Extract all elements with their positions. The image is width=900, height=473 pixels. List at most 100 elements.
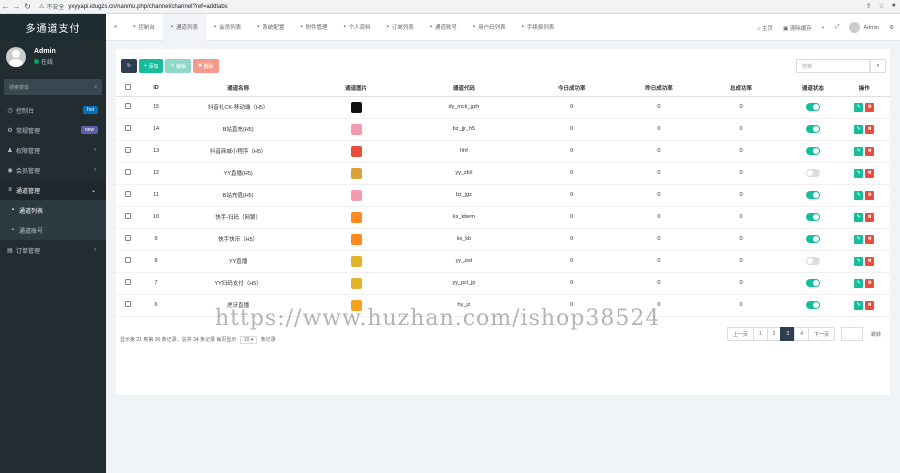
table-row[interactable]: 12 YY直播(H5) yy_zb/i 0 0 0 ✎ ✖ xyxy=(116,162,890,185)
trash-icon[interactable]: ✖ xyxy=(865,256,875,266)
channel-image-icon[interactable] xyxy=(350,211,362,223)
page-button[interactable]: 2 xyxy=(766,327,782,341)
delete-button[interactable]: ✖ 删除 xyxy=(192,59,219,73)
tab-2[interactable]: ▪ 会员列表 xyxy=(206,14,249,41)
row-checkbox[interactable] xyxy=(125,279,132,285)
sidebar-item-order[interactable]: ▤ 订单管理 ‹ xyxy=(0,240,106,260)
status-toggle[interactable] xyxy=(805,169,820,177)
edit-icon[interactable]: ✎ xyxy=(854,234,864,244)
status-toggle[interactable] xyxy=(805,191,820,199)
back-icon[interactable]: ← xyxy=(0,2,11,11)
column-header[interactable]: 今日成功率 xyxy=(520,80,624,97)
column-header[interactable]: 总成功率 xyxy=(694,80,788,97)
column-header[interactable]: 通道名称 xyxy=(171,80,305,97)
tab-0[interactable]: ▪ 控制台 xyxy=(125,14,163,41)
prev-page-button[interactable]: 上一页 xyxy=(726,327,754,341)
trash-icon[interactable]: ✖ xyxy=(865,234,875,244)
channel-image-icon[interactable] xyxy=(350,123,362,135)
profile-icon[interactable]: ● xyxy=(892,2,896,10)
status-toggle[interactable] xyxy=(805,125,820,133)
row-checkbox[interactable] xyxy=(125,191,132,197)
column-header[interactable]: 通道图片 xyxy=(304,80,408,97)
column-header[interactable]: 操作 xyxy=(838,80,890,97)
channel-image-icon[interactable] xyxy=(350,255,362,267)
sidebar-item-channel-list[interactable]: ▪ 通道列表 xyxy=(0,200,106,220)
address-bar[interactable]: ⚠ 不安全 yxyyapi.idugzs.cn/nanmu.php/channe… xyxy=(39,1,228,12)
sidebar-search-input[interactable]: 搜索菜单 ⌕ xyxy=(4,79,102,95)
sidebar-item-auth[interactable]: ♟ 权限管理 ‹ xyxy=(0,140,106,160)
table-row[interactable]: 13 抖音商城小程序（H5） hhf 0 0 0 ✎ ✖ xyxy=(116,140,890,163)
tab-4[interactable]: ▪ 附件管理 xyxy=(292,14,335,41)
row-checkbox[interactable] xyxy=(125,125,132,131)
channel-image-icon[interactable] xyxy=(350,233,362,245)
settings-icon[interactable]: ⚙ xyxy=(889,25,894,31)
status-toggle[interactable] xyxy=(805,301,820,309)
edit-icon[interactable]: ✎ xyxy=(854,168,864,178)
status-toggle[interactable] xyxy=(805,213,820,221)
jump-button[interactable]: 跳转 xyxy=(865,327,886,341)
clear-cache-button[interactable]: ▣ 清除缓存 xyxy=(783,24,812,32)
forward-icon[interactable]: → xyxy=(11,2,22,11)
search-icon[interactable]: ⌕ xyxy=(870,59,886,73)
trash-icon[interactable]: ✖ xyxy=(865,146,875,156)
status-toggle[interactable] xyxy=(805,147,820,155)
page-button[interactable]: 4 xyxy=(794,327,809,341)
share-icon[interactable]: ⇪ xyxy=(866,2,872,10)
sidebar-item-member[interactable]: ◉ 会员管理 ‹ xyxy=(0,160,106,180)
theme-icon[interactable]: ◐ xyxy=(822,25,825,31)
sidebar-item-general[interactable]: ⚙ 常规管理 new xyxy=(0,120,106,140)
channel-image-icon[interactable] xyxy=(350,145,362,157)
status-toggle[interactable] xyxy=(805,279,820,287)
column-header[interactable]: 通道代码 xyxy=(407,80,521,97)
row-checkbox[interactable] xyxy=(125,213,132,219)
table-row[interactable]: 14 B站直充(H5) bz_jjr_h5 0 0 0 ✎ ✖ xyxy=(116,118,890,141)
edit-icon[interactable]: ✎ xyxy=(854,278,864,288)
row-checkbox[interactable] xyxy=(125,257,132,263)
tab-1[interactable]: ▪ 通道列表 xyxy=(162,13,207,41)
edit-icon[interactable]: ✎ xyxy=(854,124,864,134)
trash-icon[interactable]: ✖ xyxy=(865,300,875,310)
edit-icon[interactable]: ✎ xyxy=(854,256,864,266)
tab-6[interactable]: ▪ 订单列表 xyxy=(379,14,422,41)
add-button[interactable]: + 添加 xyxy=(139,59,164,73)
refresh-button[interactable]: ↻ xyxy=(121,59,137,73)
edit-icon[interactable]: ✎ xyxy=(854,102,864,112)
status-toggle[interactable] xyxy=(805,257,820,265)
admin-menu[interactable]: Admin xyxy=(849,22,879,33)
fullscreen-icon[interactable]: ⤢ xyxy=(835,24,839,31)
trash-icon[interactable]: ✖ xyxy=(865,278,875,288)
edit-icon[interactable]: ✎ xyxy=(854,190,864,200)
star-icon[interactable]: ☆ xyxy=(878,2,884,10)
sidebar-item-channel-account[interactable]: ▪ 通道账号 xyxy=(0,220,106,240)
page-size-select[interactable]: 10 ▾ xyxy=(239,336,258,344)
table-row[interactable]: 10 快手-扫码（网银） ks_kbem 0 0 0 ✎ ✖ xyxy=(116,206,890,229)
table-row[interactable]: 11 B站充值(H5) bz_jgz 0 0 0 ✎ ✖ xyxy=(116,184,890,207)
home-link[interactable]: ⌂ 主页 xyxy=(757,24,773,32)
trash-icon[interactable]: ✖ xyxy=(865,102,875,112)
next-page-button[interactable]: 下一页 xyxy=(807,327,835,341)
table-row[interactable]: 15 抖音礼CK-移动端（H5） dy_mck_gzh 0 0 0 ✎ ✖ xyxy=(116,96,890,119)
trash-icon[interactable]: ✖ xyxy=(865,168,875,178)
table-search-input[interactable]: 搜索 xyxy=(796,59,870,73)
table-row[interactable]: 7 YY扫码支付（H5） yy_pcl_jp 0 0 0 ✎ ✖ xyxy=(116,272,890,295)
row-checkbox[interactable] xyxy=(125,103,132,109)
channel-image-icon[interactable] xyxy=(350,277,362,289)
row-checkbox[interactable] xyxy=(125,147,132,153)
url-text[interactable]: yxyyapi.idugzs.cn/nanmu.php/channel/chan… xyxy=(68,4,227,10)
sidebar-item-channel[interactable]: ≡ 通道管理 ⌄ xyxy=(0,180,106,200)
status-toggle[interactable] xyxy=(805,235,820,243)
edit-icon[interactable]: ✎ xyxy=(854,212,864,222)
tab-7[interactable]: ▪ 通道账号 xyxy=(422,14,465,41)
channel-image-icon[interactable] xyxy=(350,189,362,201)
jump-page-input[interactable] xyxy=(840,327,863,341)
edit-button[interactable]: ✎ 编辑 xyxy=(165,59,191,73)
row-checkbox[interactable] xyxy=(125,301,132,307)
status-toggle[interactable] xyxy=(805,103,820,111)
trash-icon[interactable]: ✖ xyxy=(865,124,875,134)
column-header[interactable]: ID xyxy=(140,80,172,97)
select-all-checkbox[interactable] xyxy=(125,83,132,90)
page-button-active[interactable]: 3 xyxy=(780,327,796,341)
tab-5[interactable]: ▪ 个人资料 xyxy=(336,14,379,41)
edit-icon[interactable]: ✎ xyxy=(854,300,864,310)
trash-icon[interactable]: ✖ xyxy=(865,212,875,222)
